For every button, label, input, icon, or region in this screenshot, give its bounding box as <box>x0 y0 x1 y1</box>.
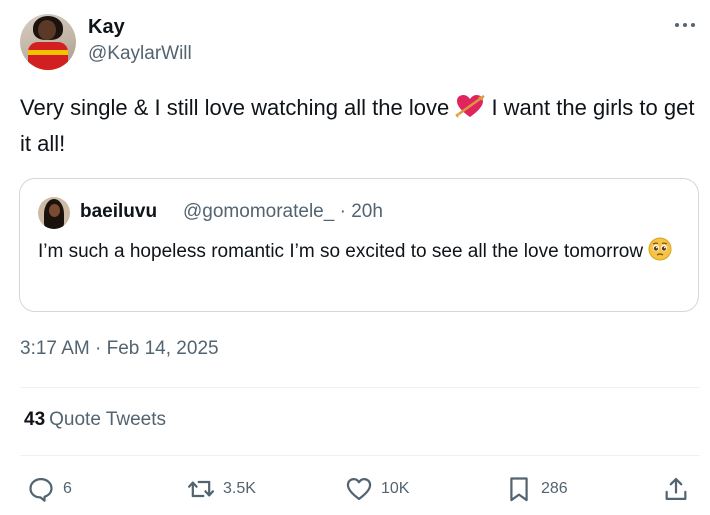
retweet-button[interactable]: 3.5K <box>187 475 256 503</box>
like-button[interactable]: 10K <box>345 475 409 503</box>
quote-tweets-stat[interactable]: 43 Quote Tweets <box>24 409 166 431</box>
quote-tweets-label: Quote Tweets <box>49 409 167 430</box>
quote-tweets-count: 43 <box>24 409 46 430</box>
quoted-separator: · <box>334 201 352 222</box>
author-display-name[interactable]: Kay <box>88 16 125 39</box>
share-button[interactable] <box>662 475 690 503</box>
bookmark-button[interactable]: 286 <box>505 475 568 503</box>
quoted-author-handle[interactable]: @gomomoratele_ <box>183 201 334 222</box>
share-icon <box>665 477 687 501</box>
quoted-time[interactable]: 20h <box>351 201 383 222</box>
reply-button[interactable]: 6 <box>27 475 72 503</box>
more-options-button[interactable] <box>670 14 700 36</box>
retweet-count: 3.5K <box>223 480 256 497</box>
quoted-author-meta: @gomomoratele_ · 20h <box>183 201 383 223</box>
bookmark-icon <box>510 477 528 502</box>
tweet-text: Very single & I still love watching all … <box>20 92 700 160</box>
divider <box>20 455 700 456</box>
quoted-text-content: I’m such a hopeless romantic I’m so exci… <box>38 241 649 262</box>
heart-with-arrow-emoji-icon <box>455 93 486 128</box>
quoted-tweet-text: I’m such a hopeless romantic I’m so exci… <box>38 237 688 271</box>
reply-count: 6 <box>63 480 72 497</box>
bookmark-count: 286 <box>541 480 568 497</box>
quoted-author-avatar[interactable] <box>38 197 70 229</box>
quoted-author-name[interactable]: baeiluvu <box>80 201 157 223</box>
divider <box>20 387 700 388</box>
quoted-tweet-card[interactable]: baeiluvu @gomomoratele_ · 20h I’m such a… <box>19 178 699 312</box>
author-avatar[interactable] <box>20 14 76 70</box>
reply-icon <box>29 477 53 502</box>
pleading-face-emoji-icon <box>648 237 672 271</box>
retweet-icon <box>187 480 215 498</box>
more-icon <box>675 23 695 27</box>
heart-icon <box>346 477 372 501</box>
tweet-timestamp[interactable]: 3:17 AM · Feb 14, 2025 <box>20 338 219 360</box>
like-count: 10K <box>381 480 410 497</box>
author-handle[interactable]: @KaylarWill <box>88 43 192 65</box>
tweet-text-part-1: Very single & I still love watching all … <box>20 95 456 120</box>
